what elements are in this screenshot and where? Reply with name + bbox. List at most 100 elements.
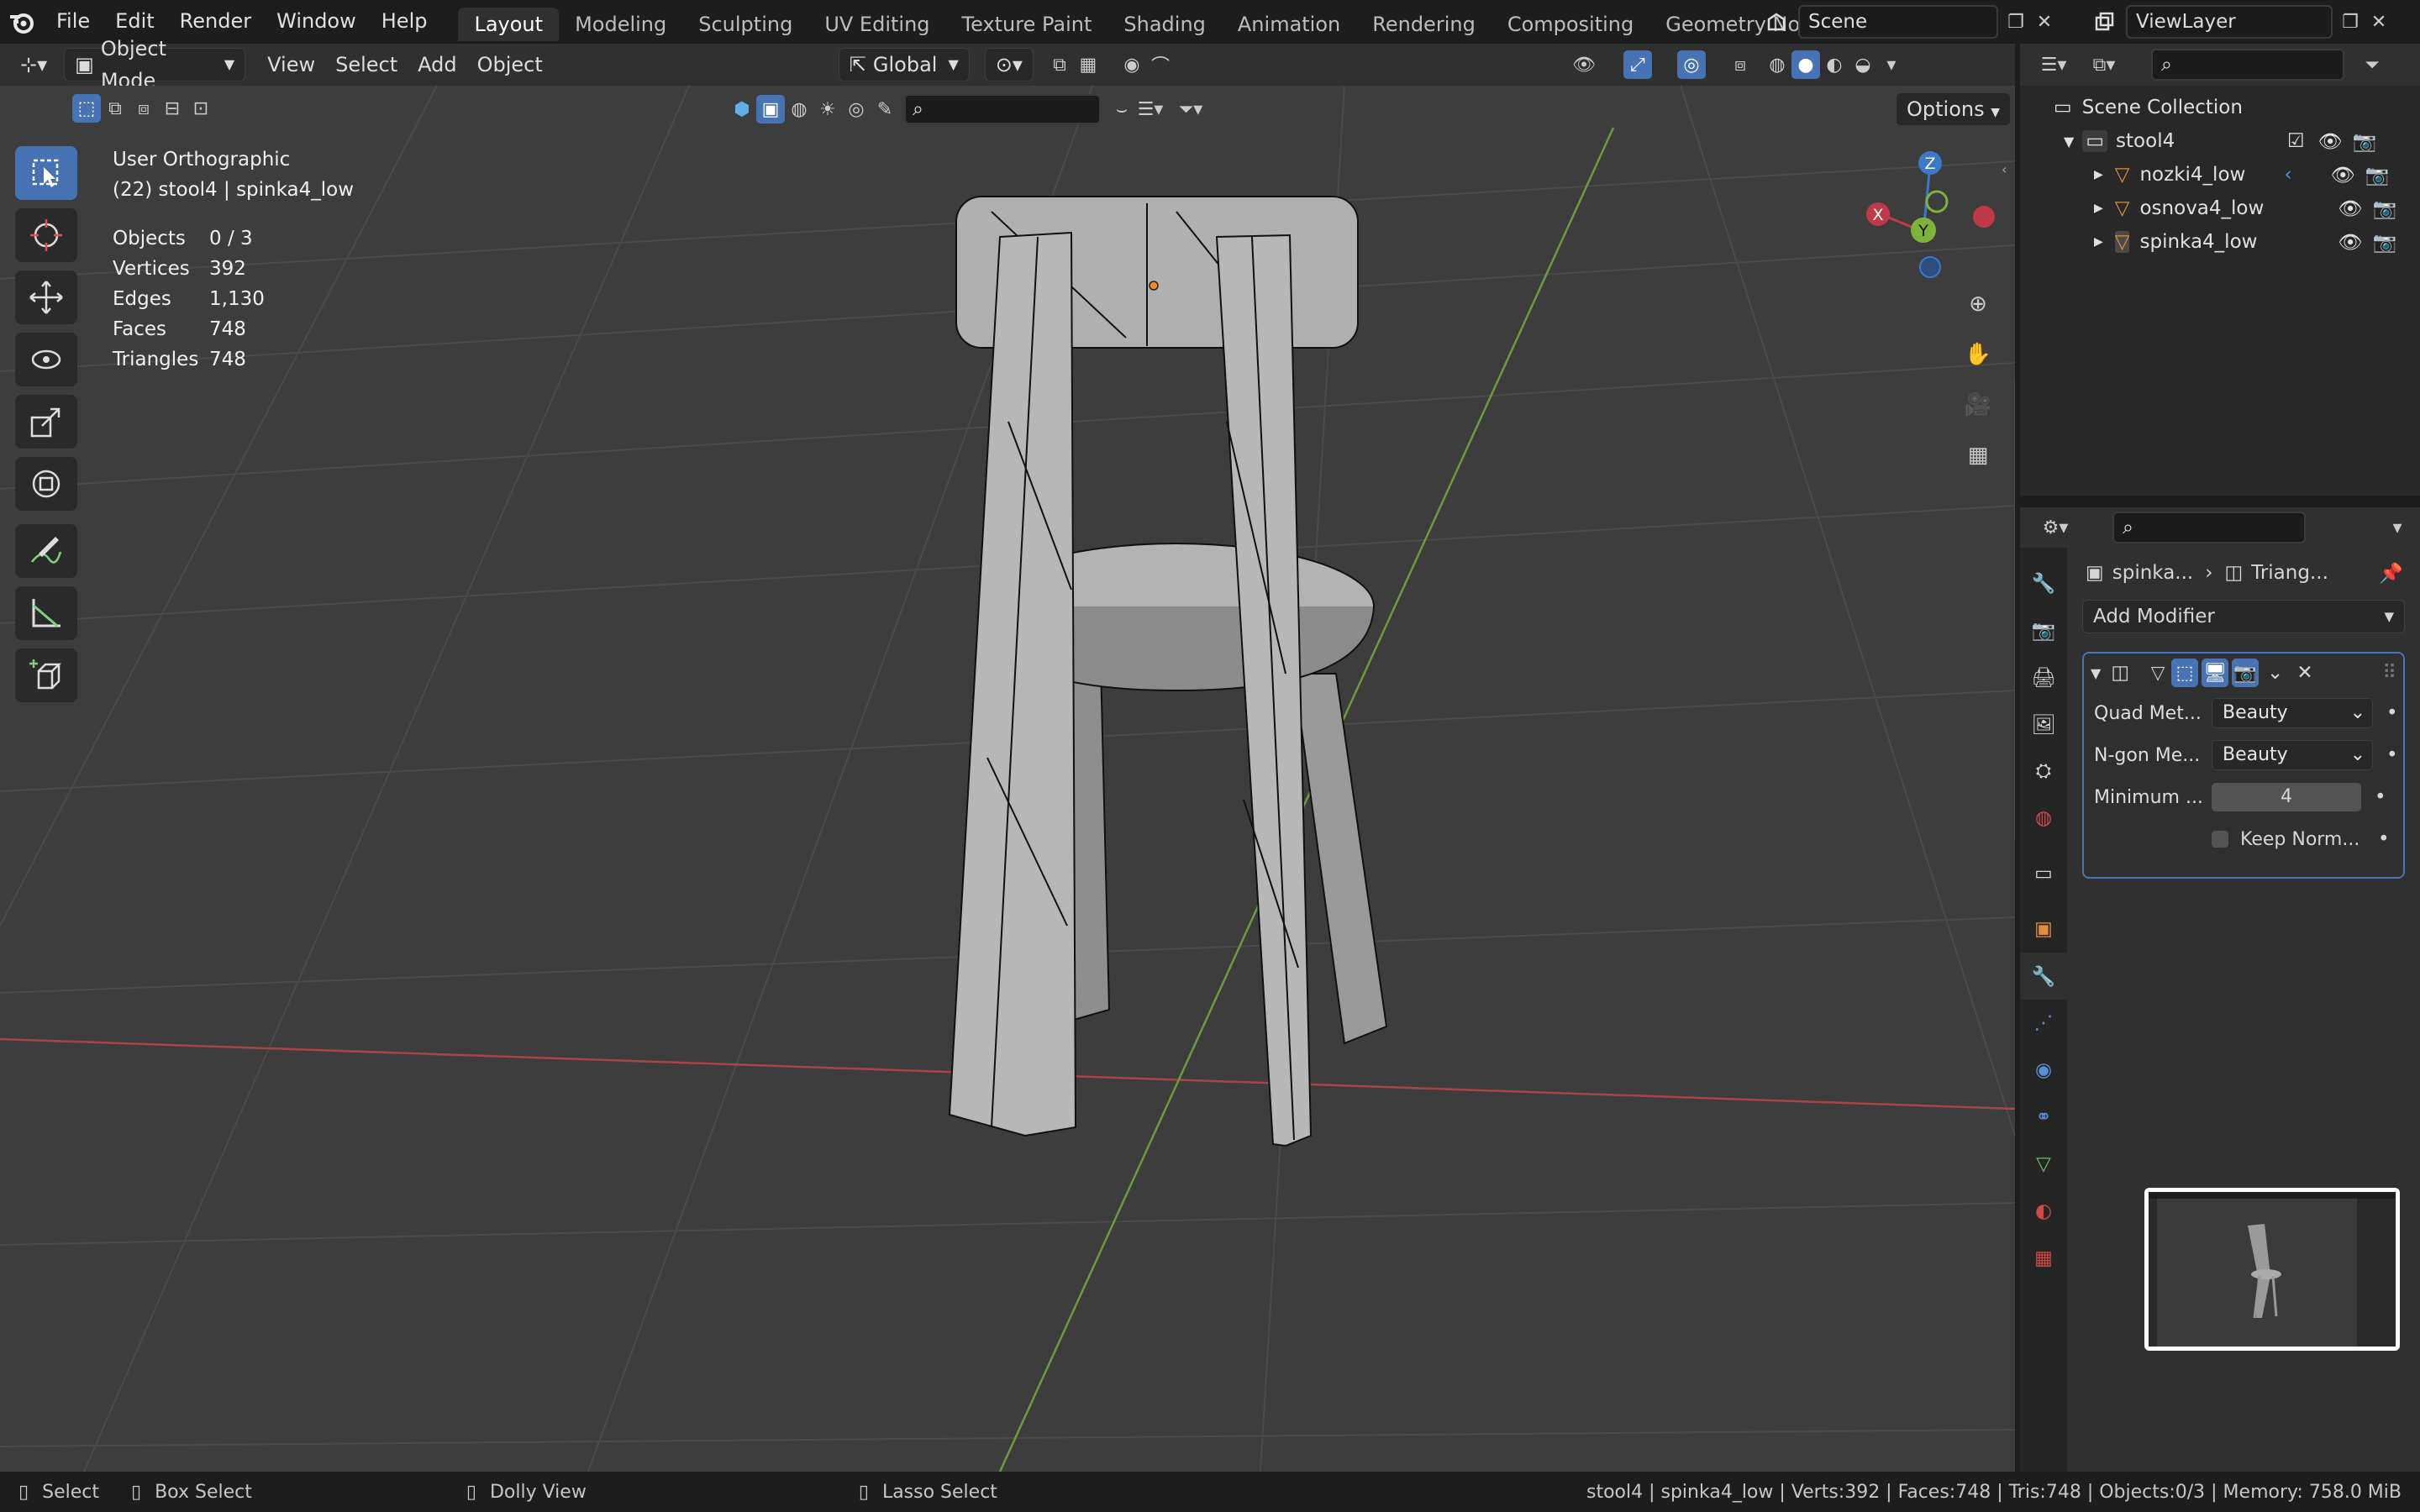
- edit-mode-icon[interactable]: ⬚: [2171, 659, 2199, 687]
- filter-icon[interactable]: ⏷▾: [1176, 95, 1205, 123]
- viewport-search-input[interactable]: ⌕: [904, 94, 1101, 124]
- select-intersect-icon[interactable]: ⊡: [187, 94, 215, 123]
- camera-view-icon[interactable]: 🎥: [1958, 385, 1998, 425]
- menu-file[interactable]: File: [44, 0, 103, 44]
- measure-tool-icon[interactable]: [15, 586, 77, 640]
- outliner-editor-type-icon[interactable]: ☰▾: [2032, 50, 2075, 79]
- drag-handle-icon[interactable]: ⠿: [2382, 662, 2396, 684]
- add-modifier-dropdown[interactable]: Add Modifier ▼: [2082, 600, 2405, 633]
- add-cube-tool-icon[interactable]: [15, 648, 77, 702]
- menu-select[interactable]: Select: [325, 49, 408, 81]
- ngon-method-dropdown[interactable]: Beauty ⌄: [2212, 740, 2373, 770]
- editor-type-icon[interactable]: ⊹▾: [10, 49, 57, 81]
- proportional-edit-icon[interactable]: ◉: [1118, 50, 1146, 79]
- view-layer-name-field[interactable]: ViewLayer: [2126, 5, 2333, 39]
- include-checkbox-icon[interactable]: ☑: [2287, 130, 2305, 152]
- eye-icon[interactable]: 👁: [2338, 197, 2362, 220]
- menu-view[interactable]: View: [257, 49, 325, 81]
- falloff-icon[interactable]: ⌒: [1146, 50, 1175, 79]
- data-tab-icon[interactable]: ▽: [2020, 1141, 2067, 1188]
- keyframe-dot-icon[interactable]: •: [2378, 828, 2390, 850]
- gizmo-toggle-icon[interactable]: ⤢: [1623, 50, 1652, 79]
- keyframe-dot-icon[interactable]: •: [2386, 702, 2398, 724]
- menu-add[interactable]: Add: [408, 49, 466, 81]
- pivot-point-dropdown[interactable]: ⊙▾: [984, 48, 1034, 81]
- particles-tab-icon[interactable]: ⋰: [2020, 1000, 2067, 1047]
- pan-hand-icon[interactable]: ✋: [1958, 334, 1998, 375]
- select-subtract-icon[interactable]: ⧈: [129, 94, 158, 123]
- solid-shading-icon[interactable]: ●: [1791, 50, 1820, 79]
- minimum-vertices-field[interactable]: 4: [2212, 783, 2361, 811]
- texture-tab-icon[interactable]: ▦: [2020, 1235, 2067, 1282]
- workspace-tab-rendering[interactable]: Rendering: [1356, 8, 1491, 41]
- render-tab-icon[interactable]: 📷: [2020, 606, 2067, 654]
- expand-triangle-icon[interactable]: ▼: [2064, 134, 2074, 150]
- properties-options-icon[interactable]: ▾: [2383, 513, 2412, 542]
- collection-row-stool4[interactable]: ▼ ▭ stool4 ☑ 👁 📷: [2020, 124, 2420, 158]
- new-scene-icon[interactable]: ❐: [2002, 8, 2030, 36]
- xray-toggle-icon[interactable]: ⧈: [1726, 50, 1754, 79]
- select-extend-icon[interactable]: ⧉: [101, 94, 129, 123]
- snap-toggle-icon[interactable]: ⧉: [1045, 50, 1074, 79]
- workspace-tab-layout[interactable]: Layout: [458, 8, 560, 41]
- menu-window[interactable]: Window: [264, 0, 369, 44]
- select-new-icon[interactable]: ⬚: [72, 94, 101, 123]
- mode-dropdown[interactable]: ▣ Object Mode ▼: [64, 37, 246, 92]
- workspace-tab-animation[interactable]: Animation: [1222, 8, 1356, 41]
- object-row-osnova4[interactable]: ▶ ▽ osnova4_low 👁 📷: [2020, 192, 2420, 225]
- sphere-icon[interactable]: ◍: [785, 95, 813, 123]
- menu-help[interactable]: Help: [369, 0, 440, 44]
- output-tab-icon[interactable]: 🖨: [2020, 654, 2067, 701]
- 3d-viewport[interactable]: Z X Y User Orthographic (22) stool4 | sp…: [0, 86, 2015, 1472]
- render-camera-icon[interactable]: 📷: [2353, 130, 2377, 153]
- physics-tab-icon[interactable]: ◉: [2020, 1047, 2067, 1094]
- cube-color-icon[interactable]: ⬢: [728, 95, 756, 123]
- collection-tab-icon[interactable]: ▭: [2020, 850, 2067, 897]
- quad-method-dropdown[interactable]: Beauty ⌄: [2212, 698, 2373, 728]
- curve-icon[interactable]: ⌣: [1107, 95, 1136, 123]
- select-box-tool-icon[interactable]: [15, 146, 77, 200]
- modifier-tab-icon[interactable]: 🔧: [2020, 953, 2067, 1000]
- tool-tab-icon[interactable]: 🔧: [2020, 559, 2067, 606]
- scene-collection-row[interactable]: ▭ Scene Collection: [2020, 91, 2420, 124]
- brush-icon[interactable]: ✎: [871, 95, 899, 123]
- workspace-tab-sculpting[interactable]: Sculpting: [682, 8, 808, 41]
- visibility-icon[interactable]: 👁: [1570, 50, 1598, 79]
- ortho-grid-icon[interactable]: ▦: [1958, 435, 1998, 475]
- rotate-tool-icon[interactable]: [15, 333, 77, 386]
- world-icon[interactable]: ◎: [842, 95, 871, 123]
- pin-icon[interactable]: 📌: [2379, 562, 2403, 585]
- view-layer-tab-icon[interactable]: 🖼: [2020, 701, 2067, 748]
- zoom-icon[interactable]: ⊕: [1958, 284, 1998, 324]
- world-tab-icon[interactable]: ◍: [2020, 795, 2067, 842]
- transform-orientation-dropdown[interactable]: ⇱ Global ▼: [838, 48, 970, 81]
- annotate-tool-icon[interactable]: [15, 524, 77, 578]
- menu-object[interactable]: Object: [467, 49, 553, 81]
- scene-name-field[interactable]: Scene: [1798, 5, 1998, 39]
- material-tab-icon[interactable]: ◐: [2020, 1188, 2067, 1235]
- expand-triangle-icon[interactable]: ▶: [2094, 235, 2103, 249]
- object-select-filter-icon[interactable]: ▣: [756, 95, 785, 123]
- snap-target-icon[interactable]: ▦: [1074, 50, 1102, 79]
- view-layer-icon[interactable]: [2082, 8, 2126, 36]
- sidebar-toggle-icon[interactable]: ‹: [2002, 161, 2007, 177]
- overlay-toggle-icon[interactable]: ◎: [1676, 50, 1706, 79]
- eye-icon[interactable]: 👁: [2318, 130, 2343, 153]
- cursor-tool-icon[interactable]: [15, 208, 77, 262]
- workspace-tab-shading[interactable]: Shading: [1107, 8, 1222, 41]
- viewport-display-icon[interactable]: 🖥: [2202, 659, 2229, 687]
- display-mode-icon[interactable]: ⧉▾: [2082, 50, 2126, 79]
- delete-scene-icon[interactable]: ✕: [2030, 8, 2059, 36]
- collapse-chevron-icon[interactable]: ▼: [2091, 665, 2101, 681]
- workspace-tab-compositing[interactable]: Compositing: [1491, 8, 1649, 41]
- window-thumbnail-preview[interactable]: [2144, 1188, 2400, 1351]
- scene-icon[interactable]: [1754, 8, 1798, 36]
- workspace-tab-texture-paint[interactable]: Texture Paint: [946, 8, 1108, 41]
- modifier-wrench-icon[interactable]: ‹: [2284, 164, 2291, 186]
- render-camera-icon[interactable]: 📷: [2373, 197, 2397, 220]
- expand-triangle-icon[interactable]: ▶: [2094, 168, 2103, 181]
- transform-tool-icon[interactable]: [15, 457, 77, 511]
- workspace-tab-uv-editing[interactable]: UV Editing: [808, 8, 945, 41]
- object-tab-icon[interactable]: ▣: [2020, 906, 2067, 953]
- constraints-tab-icon[interactable]: ⚭: [2020, 1094, 2067, 1141]
